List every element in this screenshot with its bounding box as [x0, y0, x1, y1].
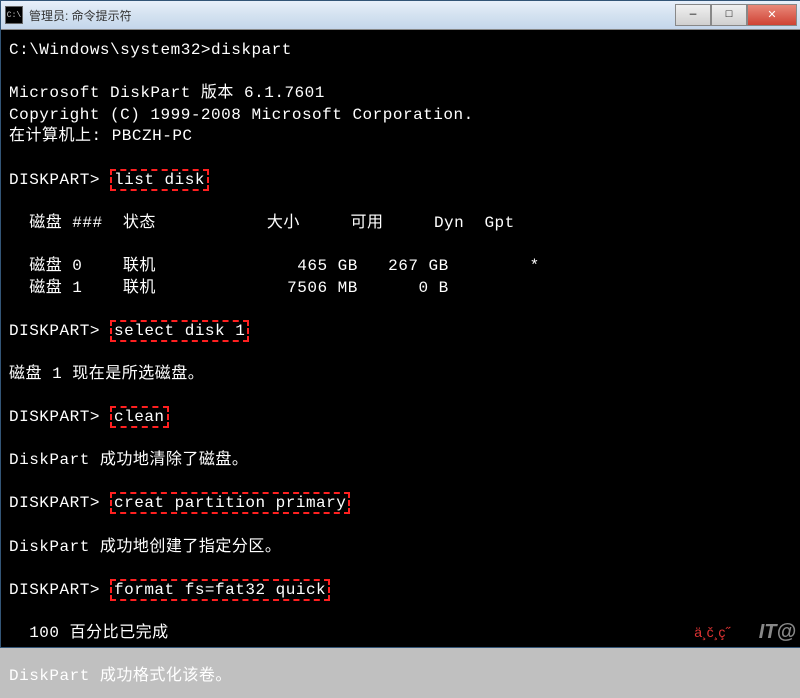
minimize-button[interactable]: — [675, 4, 711, 26]
cmd-clean: clean [110, 406, 169, 428]
cmd-window: C:\ 管理员: 命令提示符 — □ ✕ C:\Windows\system32… [0, 0, 800, 648]
window-title: 管理员: 命令提示符 [29, 7, 675, 24]
terminal-output: C:\Windows\system32>diskpart Microsoft D… [1, 30, 800, 698]
cmd-select-disk: select disk 1 [110, 320, 249, 342]
prompt-line: C:\Windows\system32>diskpart [9, 41, 292, 59]
msg-clean: DiskPart 成功地清除了磁盘。 [9, 451, 248, 469]
cmd-create-partition: creat partition primary [110, 492, 350, 514]
cmd-format: format fs=fat32 quick [110, 579, 330, 601]
diskpart-prompt: DISKPART> [9, 322, 110, 340]
diskpart-prompt: DISKPART> [9, 171, 110, 189]
msg-select: 磁盘 1 现在是所选磁盘。 [9, 365, 204, 383]
diskpart-prompt: DISKPART> [9, 494, 110, 512]
close-button[interactable]: ✕ [747, 4, 797, 26]
copyright-line: Copyright (C) 1999-2008 Microsoft Corpor… [9, 106, 474, 124]
diskpart-prompt: DISKPART> [9, 408, 110, 426]
disk-row-1: 磁盘 1 联机 7506 MB 0 B [9, 279, 449, 297]
window-controls: — □ ✕ [675, 4, 797, 26]
watermark-text: ä¸č¸ç˝ [694, 624, 730, 640]
app-icon: C:\ [5, 6, 23, 24]
disk-table-header: 磁盘 ### 状态 大小 可用 Dyn Gpt [9, 214, 515, 232]
hostname-line: 在计算机上: PBCZH-PC [9, 127, 193, 145]
maximize-button[interactable]: □ [711, 4, 747, 26]
msg-format: DiskPart 成功格式化该卷。 [9, 667, 232, 685]
disk-row-0: 磁盘 0 联机 465 GB 267 GB * [9, 257, 540, 275]
watermark-logo: IT@ [759, 621, 796, 644]
msg-partition: DiskPart 成功地创建了指定分区。 [9, 538, 281, 556]
diskpart-prompt: DISKPART> [9, 581, 110, 599]
cmd-list-disk: list disk [110, 169, 209, 191]
version-line: Microsoft DiskPart 版本 6.1.7601 [9, 84, 325, 102]
titlebar[interactable]: C:\ 管理员: 命令提示符 — □ ✕ [1, 1, 800, 30]
progress-line: 100 百分比已完成 [9, 624, 169, 642]
